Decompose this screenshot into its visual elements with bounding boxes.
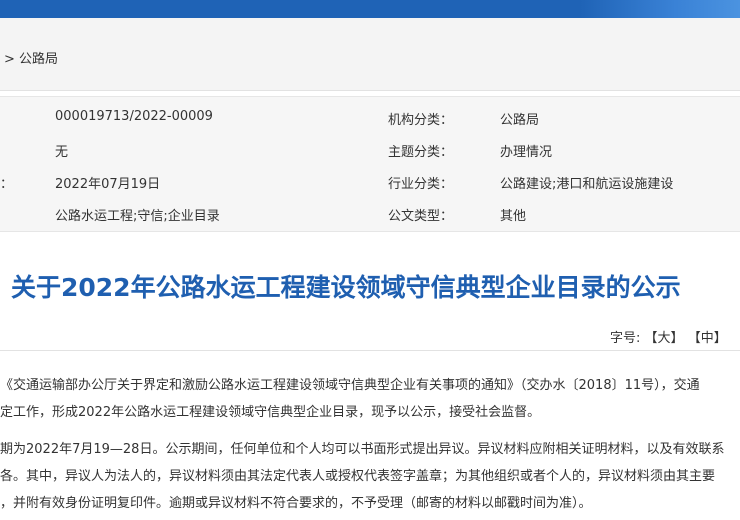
breadcrumb-bar: > 公路局 [0, 18, 740, 91]
article-paragraph-line: 期为2022年7月19—28日。公示期间，任何单位和个人均可以书面形式提出异议。… [0, 442, 725, 457]
topic-label: 主题分类： [388, 145, 454, 160]
org-value: 公路局 [500, 113, 540, 128]
date-value: 2022年07月19日 [55, 177, 161, 192]
article-paragraph-line: 定工作，形成2022年公路水运工程建设领域守信典型企业目录，现予以公示，接受社会… [0, 405, 541, 420]
industry-value: 公路建设;港口和航运设施建设 [500, 177, 674, 192]
doctype-value: 其他 [500, 209, 527, 224]
article-paragraph-line: ，并附有效身份证明复印件。逾期或异议材料不符合要求的，不予受理（邮寄的材料以邮戳… [0, 496, 592, 511]
title-divider [0, 350, 740, 351]
topic-value: 办理情况 [500, 145, 553, 160]
font-size-medium-link[interactable]: 【中】 [688, 331, 727, 346]
index-no-value: 000019713/2022-00009 [55, 109, 213, 124]
doc-no-value: 无 [55, 145, 69, 160]
font-size-switcher: 字号: 【大】 【中】 [610, 327, 727, 346]
font-size-large-link[interactable]: 【大】 [645, 331, 684, 346]
top-banner [0, 0, 740, 18]
font-size-label: 字号: [610, 331, 641, 346]
article-title: 关于2022年公路水运工程建设领域守信典型企业目录的公示 [11, 273, 681, 302]
keywords-value: 公路水运工程;守信;企业目录 [55, 209, 220, 224]
document-meta-table: 000019713/2022-00009 无 ： 2022年07月19日 公路水… [0, 96, 740, 232]
doctype-label: 公文类型： [388, 209, 454, 224]
article-paragraph-line: 各。其中，异议人为法人的，异议材料须由其法定代表人或授权代表签字盖章；为其他组织… [0, 469, 716, 484]
breadcrumb-current[interactable]: > 公路局 [4, 48, 58, 67]
banner-decoration [580, 0, 740, 18]
date-label: ： [0, 177, 14, 192]
industry-label: 行业分类： [388, 177, 454, 192]
org-label: 机构分类： [388, 113, 454, 128]
article-paragraph-line: 《交通运输部办公厅关于界定和激励公路水运工程建设领域守信典型企业有关事项的通知》… [0, 378, 700, 393]
